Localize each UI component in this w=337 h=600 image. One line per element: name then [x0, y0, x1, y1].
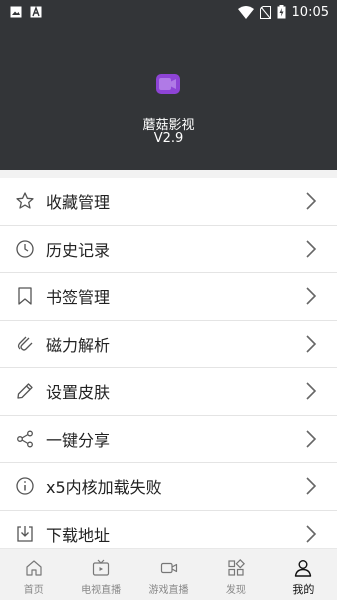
info-icon	[16, 477, 34, 495]
status-bar: 10:05	[0, 0, 337, 24]
star-icon	[16, 192, 34, 209]
nav-label: 电视直播	[81, 585, 122, 596]
home-icon	[26, 560, 42, 576]
pencil-icon	[17, 383, 33, 399]
status-time: 10:05	[291, 4, 329, 20]
grid-icon	[228, 559, 245, 576]
chevron-right-icon	[306, 382, 317, 400]
battery-charging-icon	[277, 5, 286, 19]
bookmark-icon	[18, 287, 32, 305]
app-logo-icon	[156, 74, 180, 94]
chevron-right-icon	[306, 240, 317, 258]
clock-icon	[16, 240, 34, 258]
camera-icon	[160, 562, 177, 574]
menu-item-bookmarks[interactable]: 书签管理	[0, 273, 337, 321]
profile-header: 蘑菇影视 V2.9	[0, 24, 337, 170]
bottom-nav: 首页 电视直播 游戏直播 发现 我的	[0, 548, 337, 600]
menu-item-magnet[interactable]: 磁力解析	[0, 321, 337, 368]
chevron-right-icon	[306, 525, 317, 543]
menu-item-label: 历史记录	[46, 240, 111, 260]
wifi-icon	[237, 5, 254, 19]
image-icon	[10, 6, 22, 18]
settings-menu: 收藏管理 历史记录 书签管理 磁力解析 设置皮肤 一键分享 x5内核加载失败 下…	[0, 178, 337, 558]
menu-item-history[interactable]: 历史记录	[0, 226, 337, 273]
menu-item-label: 一键分享	[46, 430, 111, 450]
menu-item-label: x5内核加载失败	[46, 478, 162, 498]
app-version: V2.9	[153, 131, 184, 146]
menu-item-share[interactable]: 一键分享	[0, 416, 337, 463]
chevron-right-icon	[306, 477, 317, 495]
menu-item-label: 磁力解析	[46, 335, 111, 355]
magnet-icon	[17, 336, 33, 351]
a-icon	[30, 6, 42, 18]
chevron-right-icon	[306, 335, 317, 353]
nav-mine[interactable]: 我的	[270, 549, 337, 600]
nav-label: 发现	[225, 585, 246, 596]
menu-item-x5-status[interactable]: x5内核加载失败	[0, 463, 337, 511]
chevron-right-icon	[306, 192, 317, 210]
nav-discover[interactable]: 发现	[202, 549, 269, 600]
download-icon	[17, 526, 33, 542]
nav-tv-live[interactable]: 电视直播	[67, 549, 134, 600]
share-icon	[17, 430, 33, 448]
menu-item-label: 收藏管理	[46, 193, 111, 213]
nav-home[interactable]: 首页	[0, 549, 67, 600]
nav-label: 我的	[292, 583, 315, 596]
menu-item-label: 下载地址	[46, 526, 111, 546]
nav-label: 首页	[23, 585, 44, 596]
chevron-right-icon	[306, 287, 317, 305]
tv-icon	[93, 559, 110, 576]
menu-item-favorites[interactable]: 收藏管理	[0, 178, 337, 226]
chevron-right-icon	[306, 430, 317, 448]
nav-game-live[interactable]: 游戏直播	[135, 549, 202, 600]
menu-item-skin[interactable]: 设置皮肤	[0, 368, 337, 416]
menu-item-label: 设置皮肤	[46, 383, 111, 403]
menu-item-label: 书签管理	[46, 288, 111, 308]
user-icon	[295, 560, 312, 577]
nav-label: 游戏直播	[148, 585, 189, 596]
no-sim-icon	[259, 5, 271, 19]
